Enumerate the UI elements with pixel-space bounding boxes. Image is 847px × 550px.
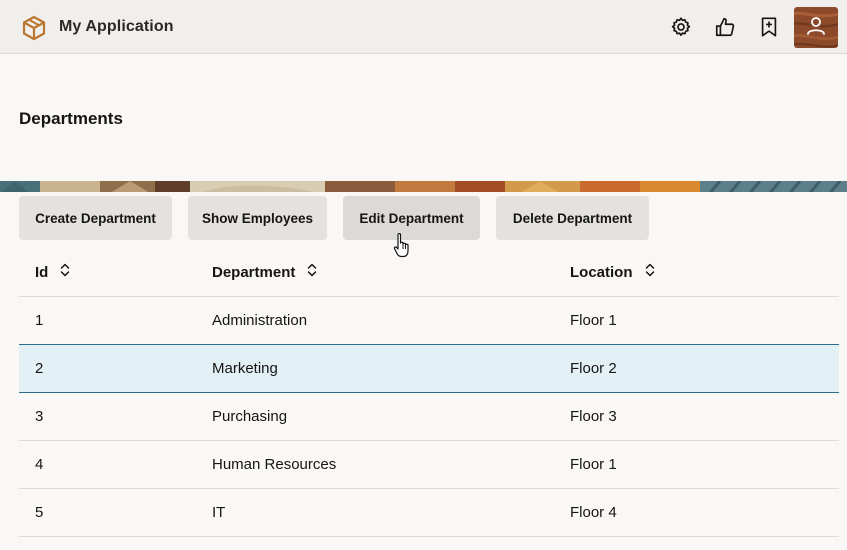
gear-icon <box>670 16 692 38</box>
table-row[interactable]: 3 Purchasing Floor 3 <box>19 393 839 441</box>
sort-icon <box>307 263 317 281</box>
bookmark-plus-icon <box>758 16 780 38</box>
user-avatar[interactable] <box>794 7 838 48</box>
cell-department: Human Resources <box>212 456 337 473</box>
cell-department: IT <box>212 504 226 521</box>
page-title: Departments <box>19 109 123 128</box>
cell-department: Administration <box>212 312 308 329</box>
delete-department-button[interactable]: Delete Department <box>496 196 649 240</box>
table-header: Id Department Location <box>19 248 839 297</box>
show-employees-button[interactable]: Show Employees <box>188 196 327 240</box>
cell-id: 3 <box>35 408 44 425</box>
cell-id: 1 <box>35 312 44 329</box>
sort-icon <box>645 263 655 281</box>
cell-location: Floor 4 <box>570 504 617 521</box>
settings-button[interactable] <box>666 12 696 42</box>
column-header-label: Id <box>35 263 49 281</box>
column-header-location[interactable]: Location <box>570 263 655 281</box>
cell-id: 4 <box>35 456 44 473</box>
app-window: My Application Departments Create Depart… <box>0 0 847 550</box>
table-row[interactable]: 4 Human Resources Floor 1 <box>19 441 839 489</box>
cell-location: Floor 3 <box>570 408 617 425</box>
cell-id: 2 <box>35 360 44 377</box>
column-header-id[interactable]: Id <box>35 263 70 281</box>
bookmark-button[interactable] <box>754 12 784 42</box>
cell-department: Purchasing <box>212 408 288 425</box>
cell-location: Floor 1 <box>570 456 617 473</box>
column-header-label: Location <box>570 263 633 281</box>
cell-location: Floor 1 <box>570 312 617 329</box>
cell-location: Floor 2 <box>570 360 617 377</box>
table-row[interactable]: 5 IT Floor 4 <box>19 489 839 537</box>
cell-department: Marketing <box>212 360 278 377</box>
app-title: My Application <box>59 18 174 35</box>
departments-table: Id Department Location 1 Administration <box>19 248 839 537</box>
cell-id: 5 <box>35 504 44 521</box>
column-header-department[interactable]: Department <box>212 263 317 281</box>
thumbs-up-icon <box>714 16 736 38</box>
table-row-selected[interactable]: 2 Marketing Floor 2 <box>19 344 839 393</box>
feedback-button[interactable] <box>710 12 740 42</box>
decorative-banner <box>0 180 847 192</box>
table-row[interactable]: 1 Administration Floor 1 <box>19 297 839 345</box>
app-logo-icon <box>21 15 47 41</box>
edit-department-button[interactable]: Edit Department <box>343 196 480 240</box>
create-department-button[interactable]: Create Department <box>19 196 172 240</box>
sort-icon <box>60 263 70 281</box>
app-header: My Application <box>0 0 847 54</box>
column-header-label: Department <box>212 263 296 281</box>
